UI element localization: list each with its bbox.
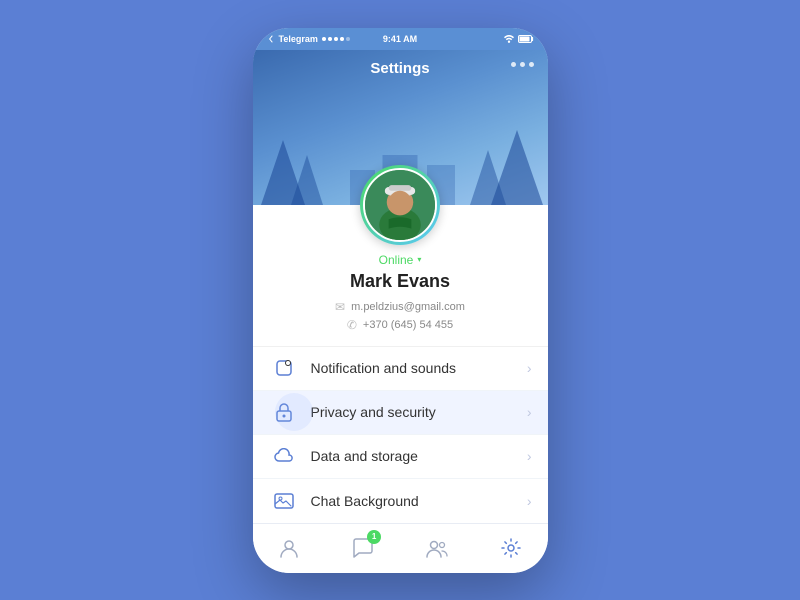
messages-badge: 1 [367,530,381,544]
background-icon-wrap [269,486,299,516]
back-icon [267,35,275,43]
settings-tab-icon [500,537,522,559]
data-icon-wrap [269,441,299,471]
tab-contacts[interactable] [400,524,474,573]
header-title: Settings [253,60,548,77]
avatar [363,168,437,242]
status-left: Telegram [267,34,350,44]
notifications-label: Notification and sounds [311,360,527,376]
notifications-chevron: › [527,360,532,376]
user-name[interactable]: Mark Evans [350,271,450,292]
settings-item-privacy[interactable]: Privacy and security › [253,391,548,435]
profile-tab-icon [278,537,300,559]
data-chevron: › [527,448,532,464]
tab-settings[interactable] [474,524,548,573]
settings-item-notifications[interactable]: Notification and sounds › [253,347,548,391]
lock-icon [275,402,293,422]
header-dot-3 [529,62,534,67]
settings-item-data[interactable]: Data and storage › [253,435,548,479]
avatar-image [365,168,435,242]
avatar-ring [360,165,440,245]
privacy-icon-wrap [269,397,299,427]
tab-bar: 1 [253,523,548,573]
notifications-icon-wrap [269,353,299,383]
settings-item-background[interactable]: Chat Background › [253,479,548,523]
status-time: 9:41 AM [383,34,417,44]
header-dots [511,62,534,67]
phone-value: +370 (645) 54 455 [363,319,453,331]
privacy-chevron: › [527,404,532,420]
phone-icon: ✆ [347,318,357,332]
header-section: Settings [253,50,548,205]
status-right [503,34,534,43]
avatar-wrapper[interactable] [360,165,440,245]
header-dot-2 [520,62,525,67]
online-status[interactable]: Online ▾ [379,253,422,267]
chevron-down-icon: ▾ [417,255,421,264]
cloud-icon [274,448,294,464]
email-row: ✉ m.peldzius@gmail.com [335,300,465,314]
signal-dots [322,37,350,41]
tab-profile[interactable] [253,524,327,573]
wifi-icon [503,34,515,43]
phone-row: ✆ +370 (645) 54 455 [347,318,453,332]
settings-list: Notification and sounds › Privacy and se… [253,347,548,523]
status-bar: Telegram 9:41 AM [253,28,548,50]
tab-messages[interactable]: 1 [326,524,400,573]
header-dot-1 [511,62,516,67]
email-value: m.peldzius@gmail.com [351,301,465,313]
battery-icon [518,35,534,43]
online-label: Online [379,253,414,267]
data-label: Data and storage [311,448,527,464]
background-chevron: › [527,493,532,509]
email-icon: ✉ [335,300,345,314]
contacts-tab-icon [426,537,448,559]
background-label: Chat Background [311,493,527,509]
image-icon [274,493,294,509]
bell-icon [274,358,294,378]
privacy-label: Privacy and security [311,404,527,420]
carrier-label: Telegram [279,34,318,44]
phone-frame: Telegram 9:41 AM [253,28,548,573]
